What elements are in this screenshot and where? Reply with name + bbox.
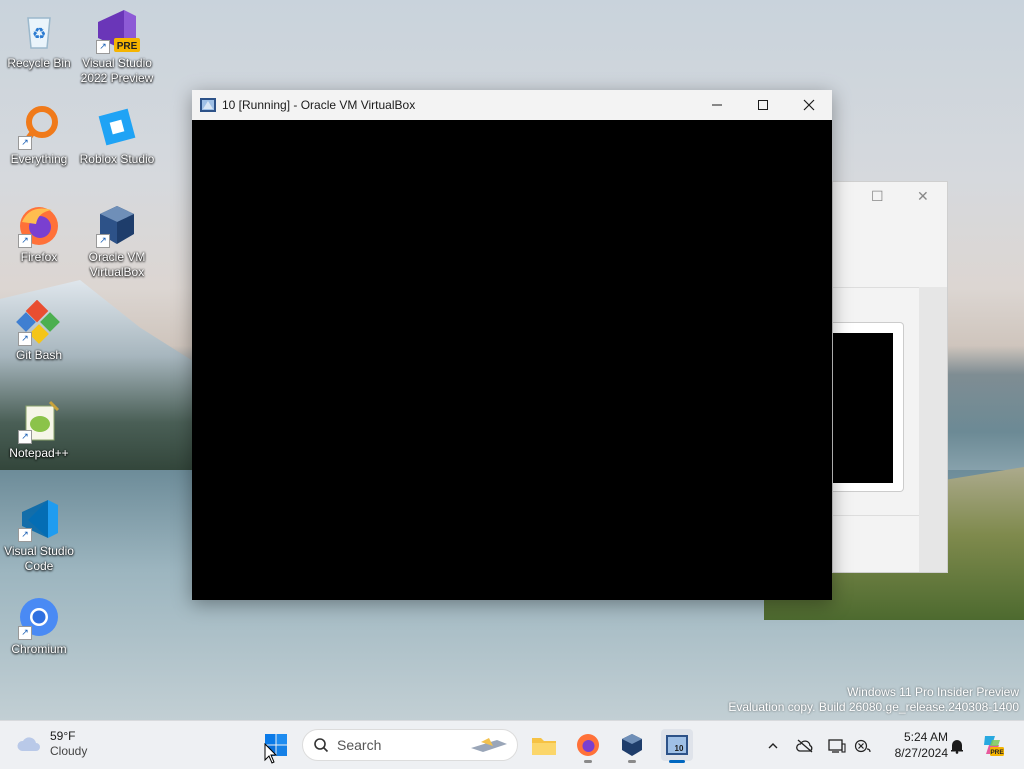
maximize-button[interactable] bbox=[740, 90, 786, 120]
virtualbox-vm-icon: 10 bbox=[666, 735, 688, 755]
clock-time: 5:24 AM bbox=[903, 730, 948, 744]
desktop-icon-label: Roblox Studio bbox=[79, 152, 155, 166]
svg-text:10: 10 bbox=[675, 744, 684, 753]
search-placeholder: Search bbox=[337, 737, 382, 753]
taskbar-clock[interactable]: 5:24 AM 8/27/2024 bbox=[878, 729, 948, 761]
desktop-icon-virtualbox[interactable]: ↗ Oracle VM VirtualBox bbox=[78, 202, 156, 280]
window-title: 10 [Running] - Oracle VM VirtualBox bbox=[222, 98, 416, 112]
weather-temperature: 59°F bbox=[50, 729, 76, 743]
cloud-icon bbox=[17, 737, 40, 751]
shortcut-arrow-icon: ↗ bbox=[18, 332, 32, 346]
svg-text:♻: ♻ bbox=[32, 26, 46, 43]
weather-widget[interactable]: 59°F Cloudy bbox=[16, 729, 87, 759]
recycle-bin-icon: ♻ bbox=[16, 8, 62, 54]
shortcut-arrow-icon: ↗ bbox=[18, 136, 32, 150]
network-icon bbox=[854, 739, 871, 753]
close-icon[interactable]: ✕ bbox=[917, 188, 929, 205]
pre-badge: PRE bbox=[117, 41, 138, 52]
taskbar-firefox[interactable] bbox=[572, 729, 604, 763]
desktop-icon-label: Oracle VM VirtualBox bbox=[88, 250, 146, 279]
desktop-icon-git-bash[interactable]: ↗ Git Bash bbox=[0, 299, 78, 363]
shortcut-arrow-icon: ↗ bbox=[96, 234, 110, 248]
roblox-studio-icon bbox=[94, 104, 140, 150]
virtualbox-icon: ↗ bbox=[94, 202, 140, 248]
taskbar-file-explorer[interactable] bbox=[528, 729, 560, 761]
desktop-icon-chromium[interactable]: ↗ Chromium bbox=[0, 594, 78, 657]
chromium-icon: ↗ bbox=[16, 594, 62, 640]
minimize-button[interactable] bbox=[694, 90, 740, 120]
watermark-line: Windows 11 Pro Insider Preview bbox=[847, 685, 1019, 699]
desktop-icon-label: Recycle Bin bbox=[7, 56, 71, 70]
git-bash-icon: ↗ bbox=[16, 299, 62, 346]
taskbar: 59°F Cloudy Search 10 5:24 AM 8/27/2024 … bbox=[0, 720, 1024, 769]
visual-studio-preview-icon: PRE ↗ bbox=[94, 8, 140, 54]
shortcut-arrow-icon: ↗ bbox=[96, 40, 110, 54]
virtualbox-vm-icon bbox=[200, 98, 216, 112]
desktop-icon-roblox-studio[interactable]: Roblox Studio bbox=[78, 104, 156, 167]
desktop-icon-label: Notepad++ bbox=[9, 446, 69, 460]
show-hidden-icons-button[interactable] bbox=[762, 735, 784, 757]
evaluation-watermark: Windows 11 Pro Insider Preview Evaluatio… bbox=[728, 685, 1019, 715]
divider bbox=[833, 515, 919, 516]
desktop-icon-firefox[interactable]: ↗ Firefox bbox=[0, 202, 78, 265]
shortcut-arrow-icon: ↗ bbox=[18, 528, 32, 542]
mouse-cursor-icon bbox=[264, 743, 278, 764]
vscode-icon: ↗ bbox=[16, 496, 62, 542]
desktop-icon-label: Visual Studio 2022 Preview bbox=[80, 56, 154, 85]
vm-display[interactable] bbox=[192, 120, 832, 600]
desktop-icon-everything[interactable]: ↗ Everything bbox=[0, 104, 78, 167]
everything-search-icon: ↗ bbox=[16, 104, 62, 150]
running-indicator bbox=[584, 760, 592, 763]
desktop-icon-label: Everything bbox=[10, 152, 68, 166]
folder-icon bbox=[532, 738, 556, 755]
shortcut-arrow-icon: ↗ bbox=[18, 234, 32, 248]
close-icon bbox=[803, 99, 815, 111]
background-window[interactable]: ☐ ✕ bbox=[832, 181, 948, 573]
taskbar-virtualbox-vm[interactable]: 10 bbox=[661, 729, 693, 763]
notifications-button[interactable] bbox=[946, 735, 968, 757]
close-button[interactable] bbox=[786, 90, 832, 120]
tray-display[interactable] bbox=[826, 735, 848, 757]
vm-preview-thumbnail[interactable] bbox=[833, 322, 904, 492]
scrollbar[interactable] bbox=[919, 287, 947, 572]
desktop-icon-label: Git Bash bbox=[15, 348, 63, 362]
running-indicator bbox=[628, 760, 636, 763]
svg-text:PRE: PRE bbox=[990, 749, 1004, 756]
desktop-icon-label: Firefox bbox=[20, 250, 58, 264]
vm-preview-screen bbox=[833, 333, 893, 483]
desktop-icon-notepad-plus-plus[interactable]: ↗ Notepad++ bbox=[0, 398, 78, 461]
virtualbox-icon bbox=[622, 734, 642, 756]
maximize-icon bbox=[758, 100, 768, 110]
desktop-icon-visual-studio-preview[interactable]: PRE ↗ Visual Studio 2022 Preview bbox=[78, 8, 156, 86]
desktop-icon-label: Visual Studio Code bbox=[4, 544, 74, 573]
maximize-icon[interactable]: ☐ bbox=[871, 188, 884, 205]
desktop-icon-recycle-bin[interactable]: ♻ Recycle Bin bbox=[0, 8, 78, 71]
tray-onedrive[interactable] bbox=[794, 735, 816, 757]
firefox-icon: ↗ bbox=[16, 202, 62, 248]
notepad-plus-plus-icon: ↗ bbox=[16, 398, 62, 444]
taskbar-virtualbox[interactable] bbox=[616, 729, 648, 763]
copilot-icon: PRE bbox=[984, 736, 1004, 756]
tray-network[interactable] bbox=[852, 735, 874, 757]
shortcut-arrow-icon: ↗ bbox=[18, 626, 32, 640]
active-indicator bbox=[669, 760, 685, 763]
monitor-icon bbox=[828, 739, 846, 753]
search-highlight-icon bbox=[471, 738, 507, 752]
virtualbox-vm-window[interactable]: 10 [Running] - Oracle VM VirtualBox bbox=[192, 90, 832, 600]
desktop-icon-vscode[interactable]: ↗ Visual Studio Code bbox=[0, 496, 78, 574]
firefox-icon bbox=[577, 734, 599, 756]
chevron-up-icon bbox=[768, 743, 778, 749]
clock-date: 8/27/2024 bbox=[894, 746, 948, 760]
search-icon bbox=[314, 738, 329, 753]
watermark-line: Evaluation copy. Build 26080.ge_release.… bbox=[728, 700, 1019, 714]
copilot-button[interactable]: PRE bbox=[980, 733, 1004, 757]
window-titlebar[interactable]: 10 [Running] - Oracle VM VirtualBox bbox=[192, 90, 832, 120]
cloud-offline-icon bbox=[796, 739, 813, 753]
taskbar-search-box[interactable]: Search bbox=[302, 729, 518, 761]
desktop-icon-label: Chromium bbox=[11, 642, 67, 656]
weather-condition: Cloudy bbox=[50, 744, 88, 758]
shortcut-arrow-icon: ↗ bbox=[18, 430, 32, 444]
bell-icon bbox=[951, 740, 963, 754]
minimize-icon bbox=[712, 104, 722, 106]
